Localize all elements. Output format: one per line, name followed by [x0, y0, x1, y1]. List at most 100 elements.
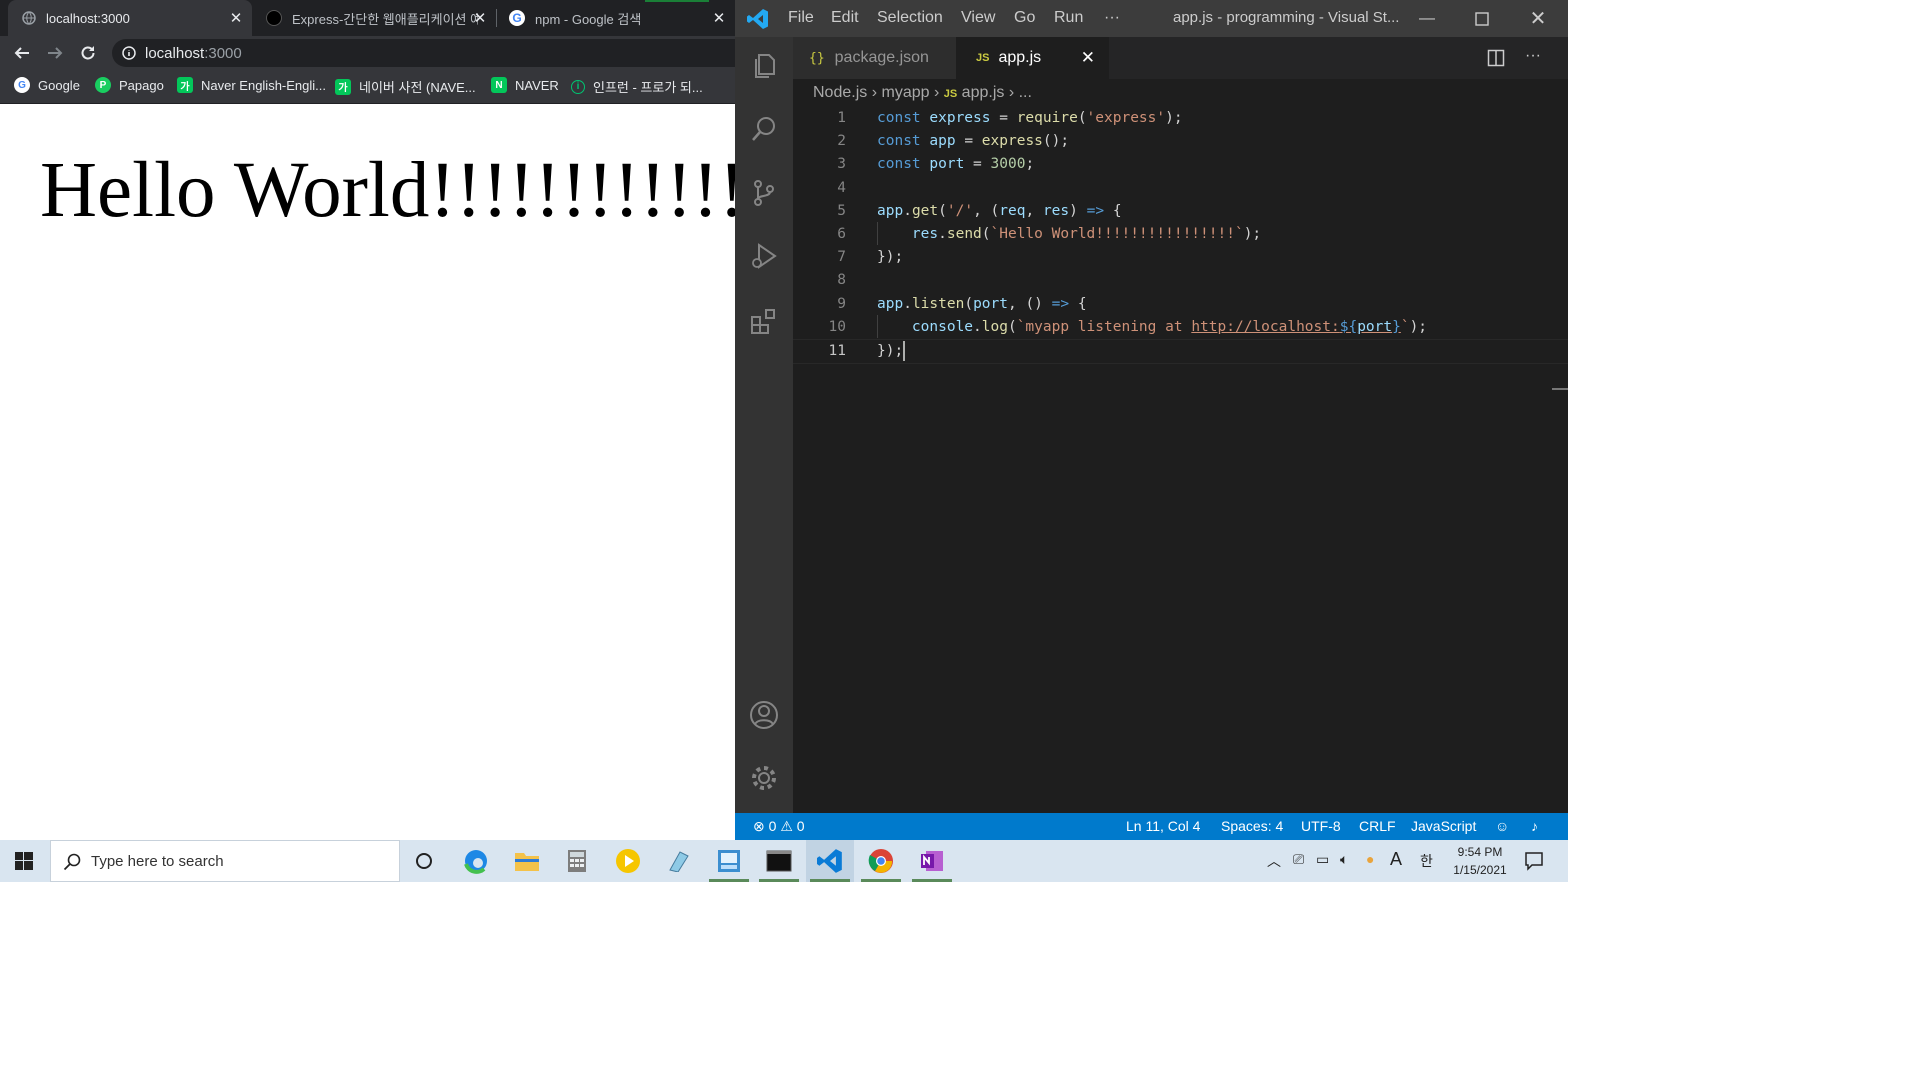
- taskbar-media-player[interactable]: [604, 840, 652, 882]
- tab-app-js[interactable]: JS app.js ✕: [956, 37, 1109, 79]
- taskbar-onenote[interactable]: [908, 840, 956, 882]
- code-line[interactable]: 7});: [793, 246, 1568, 269]
- taskbar-edge[interactable]: [452, 840, 500, 882]
- chevron-up-icon[interactable]: ︿: [1267, 851, 1281, 871]
- info-icon[interactable]: [122, 46, 136, 60]
- input-mode-indicator[interactable]: A: [1390, 849, 1402, 870]
- bell-icon[interactable]: ♪: [1531, 818, 1538, 834]
- tab-label: app.js: [998, 49, 1042, 66]
- end-of-line[interactable]: CRLF: [1359, 818, 1396, 834]
- code-line[interactable]: 4: [793, 177, 1568, 200]
- browser-tab-express[interactable]: Express-간단한 웹애플리케이션 예 ✕: [252, 0, 496, 36]
- forward-button[interactable]: [43, 41, 67, 65]
- feedback-icon[interactable]: ☺: [1495, 818, 1509, 834]
- search-button[interactable]: [735, 100, 793, 158]
- files-icon: [755, 54, 775, 78]
- volume-icon[interactable]: 🔈︎: [1340, 851, 1348, 868]
- extensions-button[interactable]: [735, 292, 793, 350]
- taskbar-chrome[interactable]: [857, 840, 905, 882]
- breadcrumb-folder[interactable]: myapp: [881, 84, 929, 101]
- cortana-icon: [416, 853, 432, 869]
- run-debug-button[interactable]: [735, 227, 793, 285]
- bookmark-naver-dictionary[interactable]: 가 네이버 사전 (NAVE...: [335, 77, 476, 96]
- cursor-position[interactable]: Ln 11, Col 4: [1126, 818, 1200, 834]
- taskbar-vscode[interactable]: [806, 840, 854, 882]
- back-button[interactable]: [10, 41, 34, 65]
- weather-icon[interactable]: ●: [1366, 851, 1374, 867]
- explorer-button[interactable]: [735, 37, 793, 95]
- taskbar-notes-app[interactable]: [655, 840, 703, 882]
- code-line[interactable]: 11});: [793, 339, 1568, 364]
- maximize-button[interactable]: [1459, 0, 1505, 37]
- breadcrumb-file[interactable]: app.js: [962, 84, 1005, 101]
- close-tab-icon[interactable]: ✕: [472, 9, 488, 27]
- bookmark-naver[interactable]: N NAVER: [491, 77, 559, 93]
- close-tab-icon[interactable]: ✕: [1081, 48, 1095, 68]
- menu-more[interactable]: ···: [1104, 9, 1120, 27]
- battery-icon[interactable]: ▭: [1316, 851, 1329, 868]
- close-tab-icon[interactable]: ✕: [228, 9, 244, 27]
- bookmark-inflearn[interactable]: i 인프런 - 프로가 되...: [571, 77, 703, 96]
- tab-package-json[interactable]: {} package.json: [793, 37, 956, 79]
- minimize-icon: —: [1419, 9, 1435, 27]
- line-number: 3: [837, 156, 846, 173]
- close-window-button[interactable]: ✕: [1515, 0, 1561, 37]
- bookmark-label: 네이버 사전 (NAVE...: [359, 80, 476, 95]
- code-line[interactable]: 3 const port = 3000;: [793, 153, 1568, 176]
- code-line[interactable]: 5 app.get('/', (req, res) => {: [793, 200, 1568, 223]
- taskbar-control-panel[interactable]: [705, 840, 753, 882]
- browser-tab-npm-search[interactable]: G npm - Google 검색 ✕: [497, 0, 735, 36]
- scrollbar-marker[interactable]: [1552, 388, 1568, 390]
- code-line[interactable]: 9 app.listen(port, () => {: [793, 293, 1568, 316]
- menu-go[interactable]: Go: [1014, 9, 1035, 27]
- taskbar-terminal[interactable]: [755, 840, 803, 882]
- bookmark-label: Papago: [119, 77, 164, 93]
- language-mode[interactable]: JavaScript: [1411, 818, 1476, 834]
- accounts-button[interactable]: [735, 686, 793, 744]
- browser-window: localhost:3000 ✕ Express-간단한 웹애플리케이션 예 ✕…: [0, 0, 735, 840]
- address-bar[interactable]: localhost:3000: [112, 39, 735, 67]
- menu-view[interactable]: View: [961, 9, 995, 27]
- code-line[interactable]: 6 res.send(`Hello World!!!!!!!!!!!!!!!!`…: [793, 223, 1568, 246]
- system-clock[interactable]: 9:54 PM 1/15/2021: [1440, 843, 1520, 879]
- menu-run[interactable]: Run: [1054, 9, 1083, 27]
- breadcrumb-folder[interactable]: Node.js: [813, 84, 867, 101]
- taskbar-search[interactable]: Type here to search: [50, 840, 400, 882]
- indentation[interactable]: Spaces: 4: [1221, 818, 1283, 834]
- close-tab-icon[interactable]: ✕: [711, 9, 727, 27]
- menu-edit[interactable]: Edit: [831, 9, 859, 27]
- url-text: localhost:3000: [145, 45, 242, 62]
- problems-indicator[interactable]: ⊗ 0 ⚠ 0: [753, 818, 805, 835]
- split-editor-icon[interactable]: [1487, 49, 1505, 67]
- minimize-button[interactable]: —: [1404, 0, 1450, 37]
- browser-tab-localhost[interactable]: localhost:3000 ✕: [8, 0, 252, 36]
- window-title: app.js - programming - Visual St...: [1173, 9, 1400, 26]
- tab-title: localhost:3000: [46, 10, 130, 26]
- source-control-button[interactable]: [735, 164, 793, 222]
- bookmark-google[interactable]: G Google: [14, 77, 80, 93]
- folder-icon: [515, 853, 539, 871]
- bookmark-papago[interactable]: P Papago: [95, 77, 164, 93]
- code-line[interactable]: 10 console.log(`myapp listening at http:…: [793, 316, 1568, 339]
- bookmark-label: Google: [38, 77, 80, 93]
- code-text: const port = 3000;: [877, 156, 1035, 173]
- more-actions-icon[interactable]: ···: [1525, 47, 1541, 65]
- taskbar-calculator[interactable]: [553, 840, 601, 882]
- start-button[interactable]: [0, 840, 48, 882]
- menu-file[interactable]: File: [788, 9, 814, 27]
- notification-icon[interactable]: [1524, 851, 1544, 871]
- manage-button[interactable]: [735, 749, 793, 807]
- korean-ime-indicator[interactable]: 한: [1420, 851, 1433, 871]
- menu-selection[interactable]: Selection: [877, 9, 943, 27]
- code-line[interactable]: 8: [793, 269, 1568, 292]
- usb-device-icon[interactable]: ⎚: [1293, 851, 1304, 868]
- code-line[interactable]: 2 const app = express();: [793, 130, 1568, 153]
- cortana-button[interactable]: [400, 840, 448, 882]
- encoding[interactable]: UTF-8: [1301, 818, 1341, 834]
- code-editor[interactable]: 1 const express = require('express'); 2 con…: [793, 106, 1568, 813]
- taskbar-file-explorer[interactable]: [503, 840, 551, 882]
- breadcrumb-more[interactable]: ...: [1019, 84, 1032, 101]
- code-line[interactable]: 1 const express = require('express');: [793, 107, 1568, 130]
- reload-button[interactable]: [76, 41, 100, 65]
- bookmark-naver-english[interactable]: 가 Naver English-Engli...: [177, 77, 326, 93]
